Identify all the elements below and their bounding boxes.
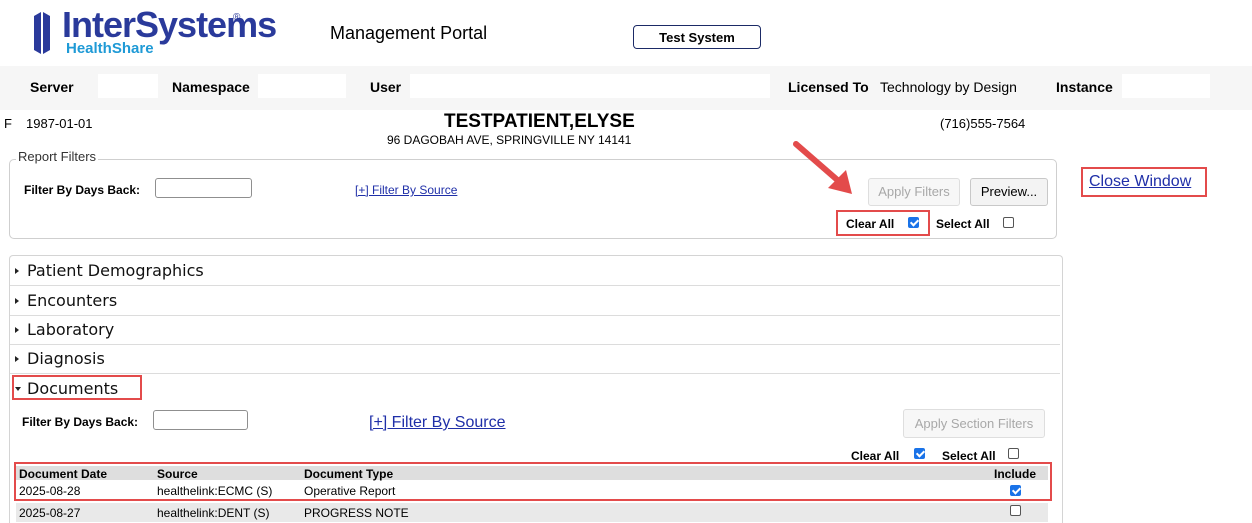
section-encounters[interactable]: Encounters <box>10 286 1060 316</box>
section-laboratory[interactable]: Laboratory <box>10 315 1060 345</box>
include-checkbox[interactable] <box>1010 505 1021 516</box>
section-label: Diagnosis <box>27 349 105 368</box>
server-label: Server <box>30 79 74 95</box>
caret-right-icon <box>15 356 19 362</box>
section-label: Patient Demographics <box>27 261 204 280</box>
licensed-to-value: Technology by Design <box>880 79 1017 95</box>
filter-by-source-link[interactable]: [+] Filter By Source <box>355 183 457 197</box>
namespace-label: Namespace <box>172 79 250 95</box>
apply-section-filters-button[interactable]: Apply Section Filters <box>903 409 1045 438</box>
patient-name: TESTPATIENT,ELYSE <box>444 111 635 132</box>
instance-value <box>1122 74 1210 98</box>
instance-label: Instance <box>1056 79 1113 95</box>
cell-date: 2025-08-27 <box>19 506 81 520</box>
apply-filters-button[interactable]: Apply Filters <box>868 178 960 206</box>
report-filters-legend: Report Filters <box>16 149 99 164</box>
user-label: User <box>370 79 402 95</box>
server-value <box>98 74 158 98</box>
intersystems-logo-icon <box>34 12 50 54</box>
select-all-label: Select All <box>936 217 990 231</box>
licensed-to-label: Licensed To <box>788 79 869 95</box>
doc-clear-all-label: Clear All <box>851 449 900 463</box>
doc-select-all-label: Select All <box>942 449 996 463</box>
doc-filter-by-source-link[interactable]: [+] Filter By Source <box>369 414 506 432</box>
doc-days-back-input[interactable] <box>153 410 248 430</box>
caret-right-icon <box>15 298 19 304</box>
namespace-value <box>258 74 346 98</box>
patient-phone: (716)555-7564 <box>940 116 1026 131</box>
doc-select-all-checkbox[interactable] <box>1008 448 1019 459</box>
logo-subtitle: HealthShare <box>66 40 154 57</box>
section-label: Laboratory <box>27 320 115 339</box>
days-back-input[interactable] <box>155 178 252 198</box>
select-all-checkbox[interactable] <box>1003 217 1014 228</box>
patient-dob: 1987-01-01 <box>26 116 93 131</box>
annotation-arrow-icon <box>793 141 852 194</box>
doc-clear-all-checkbox[interactable] <box>914 448 925 459</box>
logo-registered-mark: ® <box>233 12 241 23</box>
cell-type: PROGRESS NOTE <box>304 506 409 520</box>
section-patient-demographics[interactable]: Patient Demographics <box>10 256 1060 286</box>
section-documents[interactable]: Documents <box>10 374 1060 403</box>
user-value <box>410 74 770 98</box>
days-back-label: Filter By Days Back: <box>24 183 141 197</box>
document-row-highlight <box>14 462 1052 501</box>
caret-right-icon <box>15 327 19 333</box>
caret-right-icon <box>15 268 19 274</box>
section-label: Encounters <box>27 291 118 310</box>
test-system-button[interactable]: Test System <box>633 25 761 49</box>
doc-days-back-label: Filter By Days Back: <box>22 415 139 429</box>
cell-source: healthelink:DENT (S) <box>157 506 270 520</box>
patient-address: 96 DAGOBAH AVE, SPRINGVILLE NY 14141 <box>387 133 632 147</box>
documents-highlight <box>12 375 142 400</box>
preview-button[interactable]: Preview... <box>970 178 1048 206</box>
patient-gender: F <box>4 116 12 131</box>
close-window-link[interactable]: Close Window <box>1089 173 1191 191</box>
clear-all-checkbox[interactable] <box>908 217 919 228</box>
section-diagnosis[interactable]: Diagnosis <box>10 344 1060 374</box>
clear-all-label: Clear All <box>846 217 895 231</box>
page-title: Management Portal <box>330 23 488 43</box>
